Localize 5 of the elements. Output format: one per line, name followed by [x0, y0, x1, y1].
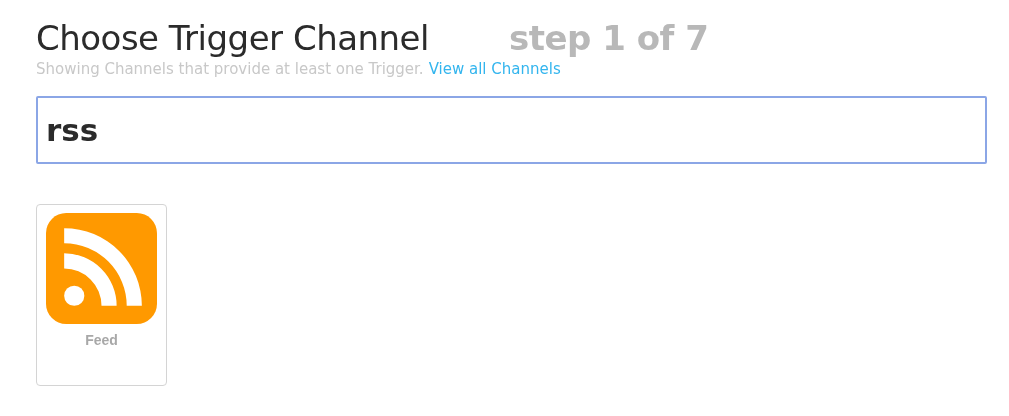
step-indicator: step 1 of 7	[509, 18, 709, 58]
page-title: Choose Trigger Channel	[36, 18, 429, 58]
channel-card[interactable]: Feed	[36, 204, 167, 386]
search-field[interactable]: rss	[36, 96, 987, 164]
view-all-link[interactable]: View all Channels	[428, 60, 561, 78]
